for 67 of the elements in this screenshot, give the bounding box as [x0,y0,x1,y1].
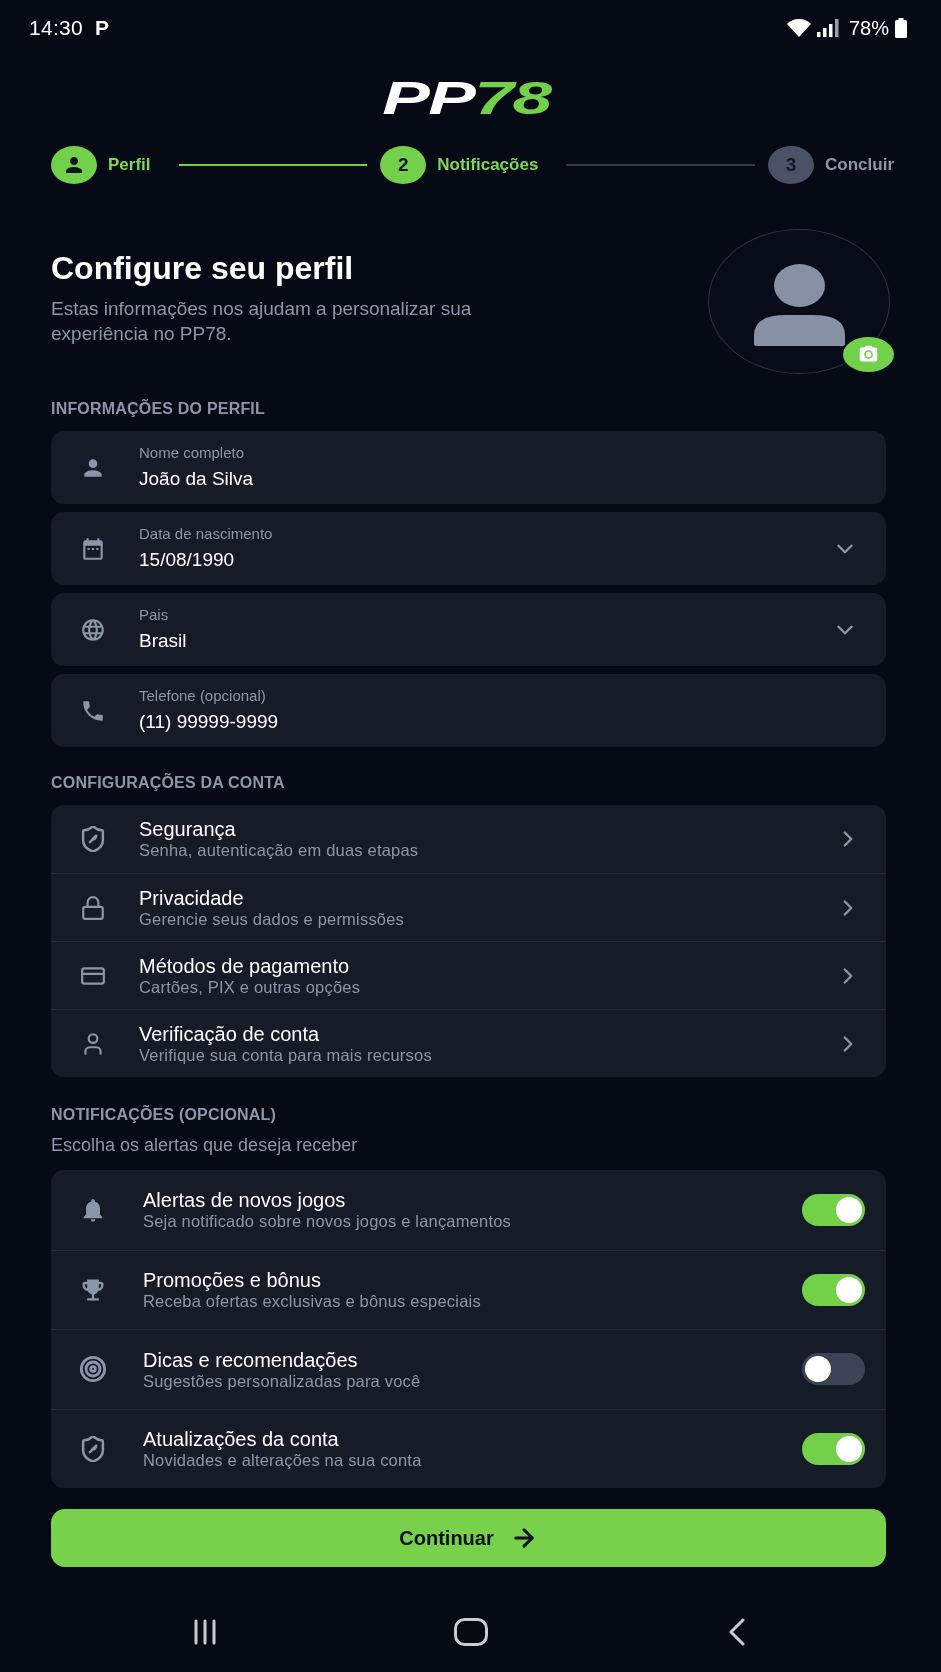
field-label: Pais [139,605,170,625]
field-value: (11) 99999-9999 [139,710,280,734]
status-time: 14:30 [29,16,84,40]
item-description: Cartões, PIX e outras opções [139,977,362,997]
wifi-icon [786,19,811,37]
field-label: Telefone (opcional) [139,686,267,706]
section-heading: INFORMAÇÕES DO PERFIL [51,399,266,419]
notification-description: Receba ofertas exclusivas e bônus especiais [143,1292,482,1312]
battery-icon [895,18,907,38]
input-field[interactable]: Nome completo João da Silva [51,431,886,504]
person-silhouette-icon [753,263,845,346]
select-field[interactable]: Data de nascimento 15/08/1990 [51,512,886,585]
shield-icon [80,1435,106,1462]
step-label: Notificações [437,155,539,175]
camera-icon [858,344,879,365]
home-icon[interactable] [453,1618,488,1646]
settings-item[interactable]: Verificação de conta Verifique sua conta para mais recursos [51,1009,886,1077]
notification-title: Dicas e recomendações [143,1347,359,1372]
notification-indicator: P [95,16,110,40]
globe-icon [80,616,106,643]
change-photo-button[interactable] [843,337,894,372]
field-label: Nome completo [139,443,246,463]
section-description: Escolha os alertas que deseja receber [51,1134,359,1157]
settings-item[interactable]: Segurança Senha, autenticação em duas etapas [51,805,886,873]
page-subtitle: Estas informações nos ajudam a personalizar sua experiência no PP78. [51,297,473,346]
page-title: Configure seu perfil [51,249,355,287]
recent-apps-icon[interactable] [192,1619,217,1645]
signal-icon [816,19,839,37]
notification-title: Atualizações da conta [143,1427,340,1452]
continue-button[interactable]: Continuar [51,1509,886,1567]
notification-title: Promoções e bônus [143,1268,322,1293]
select-field[interactable]: Pais Brasil [51,593,886,666]
item-description: Verifique sua conta para mais recursos [139,1045,433,1065]
item-title: Métodos de pagamento [139,954,351,978]
settings-item[interactable]: Métodos de pagamento Cartões, PIX e outras opções [51,941,886,1009]
step-label: Concluir [825,155,894,175]
field-value: Brasil [139,629,188,653]
toggle-switch[interactable] [802,1193,865,1226]
notification-description: Seja notificado sobre novos jogos e lançamentos [143,1212,513,1232]
item-description: Senha, autenticação em duas etapas [139,841,420,860]
item-title: Segurança [139,818,237,841]
battery-percentage: 78% [848,16,889,40]
step-label: Perfil [108,155,151,175]
padlock-icon [80,894,106,921]
notification-description: Sugestões personalizadas para você [143,1371,422,1391]
notification-title: Alertas de novos jogos [143,1188,347,1213]
toggle-switch[interactable] [802,1273,865,1306]
field-value: João da Silva [139,467,255,491]
toggle-switch[interactable] [802,1432,865,1465]
notification-description: Novidades e alterações na sua conta [143,1451,423,1471]
input-field[interactable]: Telefone (opcional) (11) 99999-9999 [51,674,886,747]
section-heading: NOTIFICAÇÕES (OPCIONAL) [51,1105,278,1125]
settings-item[interactable]: Privacidade Gerencie seus dados e permissões [51,873,886,941]
calendar-icon [80,535,106,562]
item-title: Verificação de conta [139,1022,321,1046]
logo: PP78 [382,78,553,118]
step-number: 3 [768,146,815,184]
field-value: 15/08/1990 [139,548,236,572]
item-description: Gerencie seus dados e permissões [139,909,406,929]
item-title: Privacidade [139,886,245,910]
step-number: 2 [380,146,427,184]
section-heading: CONFIGURAÇÕES DA CONTA [51,773,286,793]
toggle-switch[interactable] [802,1353,865,1386]
back-icon[interactable] [728,1618,745,1646]
field-label: Data de nascimento [139,524,274,544]
target-icon [79,1355,107,1384]
shield-icon [80,826,106,852]
